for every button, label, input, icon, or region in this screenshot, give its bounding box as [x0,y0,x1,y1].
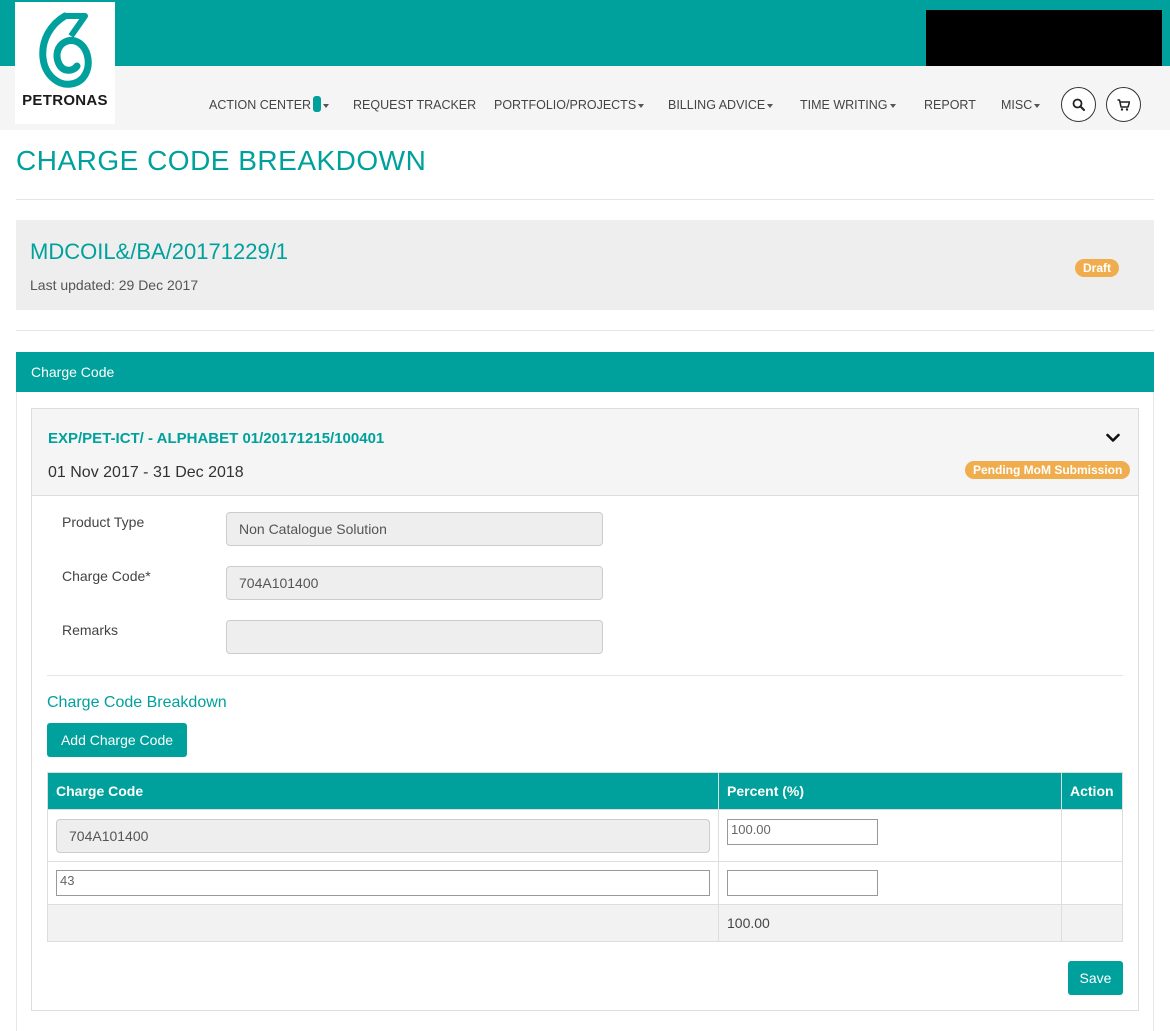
last-updated-text: Last updated: 29 Dec 2017 [30,277,199,293]
nav-billing-advice[interactable]: BILLING ADVICE [668,98,774,112]
cart-icon [1117,98,1130,111]
search-button[interactable] [1061,87,1096,122]
chevron-down-icon[interactable] [1106,433,1120,443]
nav-label: PORTFOLIO/PROJECTS [494,98,637,112]
logo-wordmark: PETRONAS [22,92,108,109]
petronas-logo[interactable]: PETRONAS [15,2,115,124]
date-range: 01 Nov 2017 - 31 Dec 2018 [48,464,244,481]
row-charge-code-input[interactable]: 43 [56,870,710,896]
document-summary: MDCOIL&/BA/20171229/1 Last updated: 29 D… [16,220,1154,310]
nav-misc[interactable]: MISC [1001,98,1041,112]
nav-label: MISC [1001,98,1033,112]
charge-code-label: Charge Code* [62,568,151,584]
redacted-user-area [926,10,1162,66]
table-total-row: 100.00 [47,904,1123,942]
remarks-label: Remarks [62,622,119,638]
notification-badge [313,96,322,113]
status-badge: Draft [1075,259,1120,277]
divider [16,199,1154,200]
nav-label: REPORT [924,98,976,112]
search-icon [1072,98,1085,111]
charge-code-field[interactable]: 704A101400 [226,566,603,600]
table-cell: 704A101400 [47,809,719,862]
table-cell [718,861,1062,905]
remarks-field[interactable] [226,620,603,654]
table-row: 704A101400 100.00 [47,809,1123,862]
document-id: MDCOIL&/BA/20171229/1 [30,239,289,264]
row-action-cell [1061,809,1123,862]
nav-label: BILLING ADVICE [668,98,766,112]
table-cell: 100.00 [718,809,1062,862]
row-charge-code-field[interactable]: 704A101400 [56,818,710,853]
row-percent-input[interactable] [727,870,878,896]
caret-down-icon [1034,103,1041,108]
divider [47,675,1123,676]
breakdown-section-title: Charge Code Breakdown [47,694,227,711]
caret-down-icon [638,103,645,108]
caret-down-icon [323,103,330,108]
charge-code-card: EXP/PET-ICT/ - ALPHABET 01/20171215/1004… [31,408,1139,1011]
table-cell [1061,904,1123,942]
table-cell [47,904,719,942]
petronas-logo-icon [39,12,92,88]
nav-label: TIME WRITING [800,98,888,112]
row-action-cell [1061,861,1123,905]
nav-label: ACTION CENTER [209,98,312,112]
total-percent: 100.00 [718,904,1062,942]
table-cell: 43 [47,861,719,905]
breakdown-table: Charge Code Percent (%) Action 704A10140… [47,772,1123,942]
panel-heading: Charge Code [16,352,1154,392]
status-badge: Pending MoM Submission [965,461,1131,479]
column-header-charge-code: Charge Code [47,772,719,810]
card-header[interactable]: EXP/PET-ICT/ - ALPHABET 01/20171215/1004… [32,409,1138,496]
column-header-action: Action [1061,772,1123,810]
product-type-label: Product Type [62,514,145,530]
caret-down-icon [889,103,896,108]
divider [16,330,1154,331]
product-type-field[interactable]: Non Catalogue Solution [226,512,603,546]
table-header-row: Charge Code Percent (%) Action [47,772,1123,810]
nav-action-center[interactable]: ACTION CENTER [209,96,330,113]
nav-time-writing[interactable]: TIME WRITING [800,98,896,112]
nav-request-tracker[interactable]: REQUEST TRACKER [353,98,476,112]
cart-button[interactable] [1106,87,1141,122]
row-percent-input[interactable]: 100.00 [727,819,878,845]
nav-portfolio-projects[interactable]: PORTFOLIO/PROJECTS [494,98,645,112]
charge-code-reference: EXP/PET-ICT/ - ALPHABET 01/20171215/1004… [48,430,385,447]
nav-report[interactable]: REPORT [924,98,976,112]
column-header-percent: Percent (%) [718,772,1062,810]
page-title: CHARGE CODE BREAKDOWN [16,145,427,176]
save-button[interactable]: Save [1068,961,1123,995]
add-charge-code-button[interactable]: Add Charge Code [47,723,187,757]
table-row: 43 [47,861,1123,905]
nav-label: REQUEST TRACKER [353,98,477,112]
caret-down-icon [767,103,774,108]
